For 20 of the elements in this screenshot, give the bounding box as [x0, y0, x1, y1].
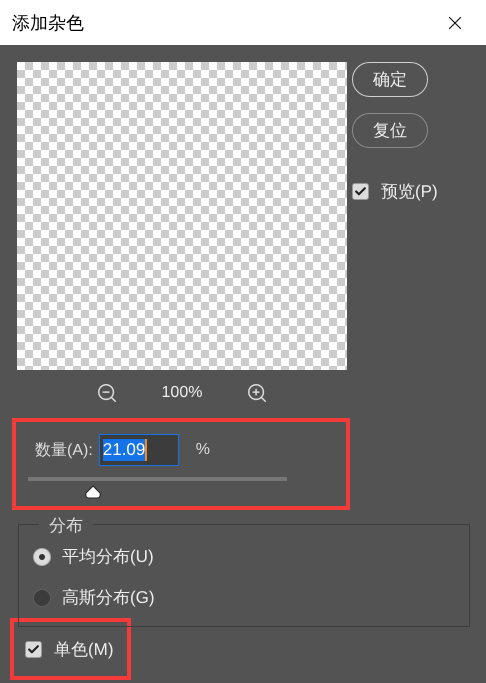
- zoom-level: 100%: [162, 384, 202, 402]
- window-title: 添加杂色: [12, 12, 84, 34]
- checkbox[interactable]: [352, 183, 369, 200]
- radio-button[interactable]: [33, 588, 51, 606]
- radio-button[interactable]: [33, 548, 51, 566]
- dialog-button[interactable]: 复位: [352, 113, 428, 148]
- check-icon: [27, 642, 40, 656]
- unit-label: %: [196, 441, 210, 459]
- checkbox[interactable]: [25, 640, 42, 658]
- dialog-button[interactable]: 确定: [352, 62, 428, 97]
- radio-label: 平均分布(U): [62, 546, 154, 568]
- radio-label: 高斯分布(G): [62, 587, 155, 609]
- zoom-in-icon[interactable]: [246, 382, 268, 404]
- zoom-out-icon[interactable]: [96, 382, 118, 404]
- slider-thumb[interactable]: [84, 485, 102, 499]
- check-icon: [354, 185, 367, 198]
- checkbox-label: 单色(M): [54, 638, 114, 660]
- field-label: 数量(A):: [35, 440, 93, 460]
- checkbox-label: 预览(P): [381, 181, 438, 203]
- amount-field[interactable]: 21.09: [98, 434, 179, 466]
